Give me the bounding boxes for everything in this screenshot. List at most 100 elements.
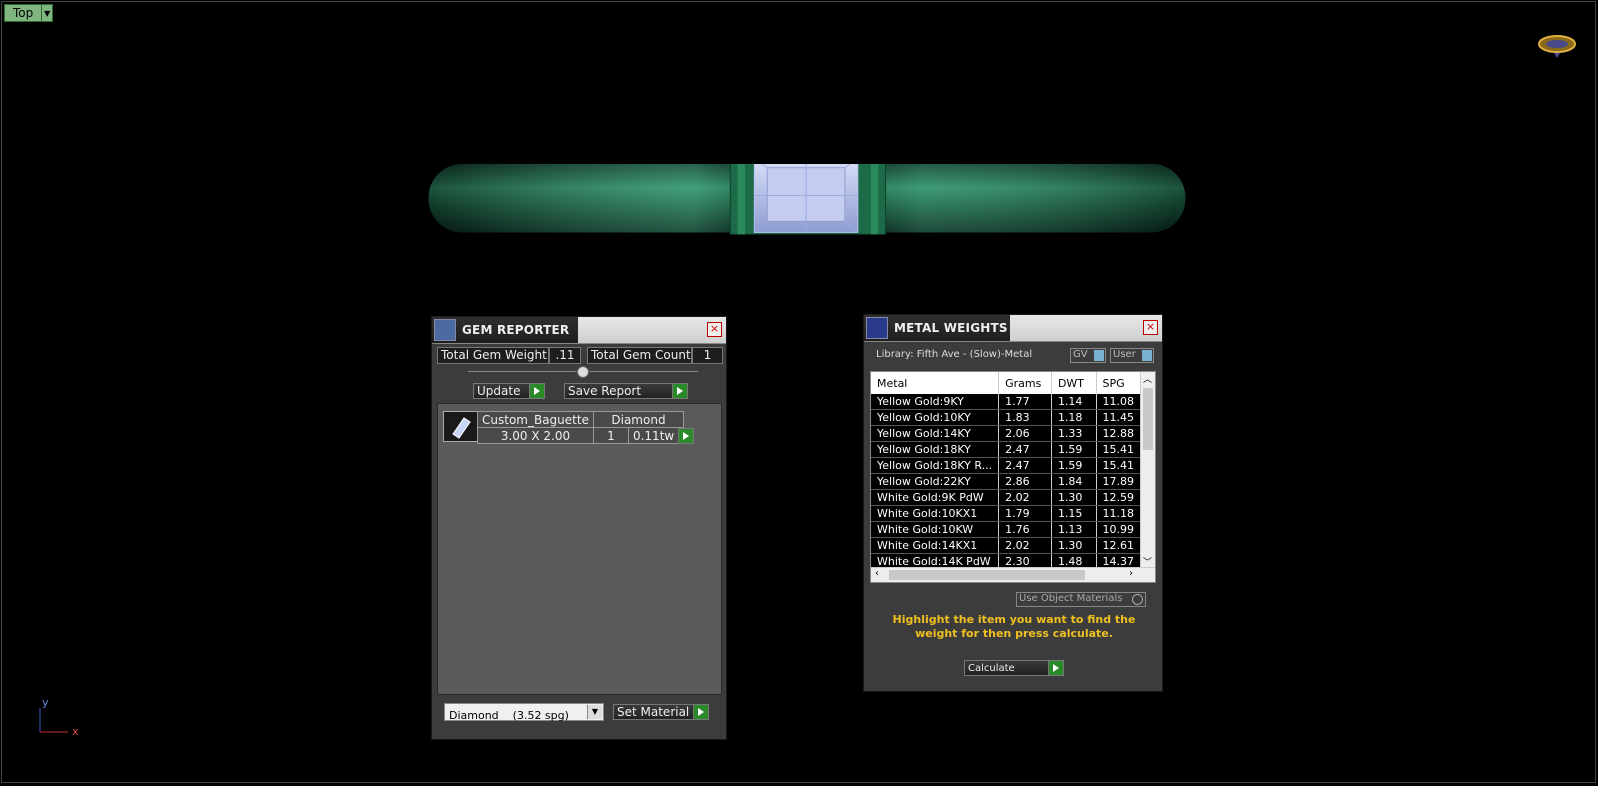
metal-name-cell: White Gold:10KW — [871, 521, 1000, 538]
use-object-materials-toggle[interactable]: Use Object Materials — [1016, 592, 1146, 607]
metal-name-cell: Yellow Gold:10KY — [871, 409, 1000, 426]
dwt-cell: 1.30 — [1051, 489, 1097, 506]
close-icon[interactable]: × — [707, 322, 722, 337]
table-row[interactable]: Yellow Gold:18KY 2.47 1.59 15.41 — [871, 441, 1141, 458]
gem-list-item[interactable]: Custom_Baguette Diamond 3.00 X 2.00 1 0.… — [477, 411, 684, 444]
3d-viewport[interactable]: Top ▼ y x — [1, 1, 1596, 783]
table-row[interactable]: White Gold:14KX1 2.02 1.30 12.61 — [871, 537, 1141, 554]
column-header-metal[interactable]: Metal — [871, 372, 1000, 394]
view-label[interactable]: Top — [4, 4, 43, 22]
metal-name-cell: Yellow Gold:18KY R... — [871, 457, 1000, 474]
table-row[interactable]: White Gold:10KW 1.76 1.13 10.99 — [871, 521, 1141, 538]
table-row[interactable]: Yellow Gold:18KY R... 2.47 1.59 15.41 — [871, 457, 1141, 474]
total-gem-weight-value: .11 — [549, 347, 581, 364]
metal-name-cell: Yellow Gold:14KY — [871, 425, 1000, 442]
metal-name-cell: White Gold:10KX1 — [871, 505, 1000, 522]
grams-cell: 2.86 — [998, 473, 1052, 490]
horizontal-scrollbar[interactable]: ‹ › — [871, 567, 1155, 582]
save-report-button[interactable]: Save Report — [564, 383, 688, 399]
grams-cell: 2.06 — [998, 425, 1052, 442]
go-arrow-icon — [679, 429, 693, 443]
user-toggle[interactable]: User — [1110, 348, 1154, 363]
material-select-value: Diamond (3.52 spg) — [449, 709, 569, 722]
gv-toggle[interactable]: GV — [1070, 348, 1106, 363]
spg-cell: 11.45 — [1096, 409, 1141, 426]
chevron-left-icon[interactable]: ‹ — [875, 568, 879, 579]
column-header-dwt[interactable]: DWT — [1051, 372, 1097, 394]
total-gem-count-value: 1 — [692, 347, 723, 364]
grams-cell: 1.76 — [998, 521, 1052, 538]
gem-shape: Custom_Baguette — [477, 411, 594, 428]
spg-cell: 17.89 — [1096, 473, 1141, 490]
grams-cell: 2.02 — [998, 537, 1052, 554]
gv-toggle-label: GV — [1073, 349, 1088, 360]
axis-indicator: y x — [30, 696, 90, 752]
ring-model[interactable] — [398, 164, 1216, 238]
scrollbar-thumb[interactable] — [1143, 388, 1153, 450]
gem-material: Diamond — [592, 411, 684, 428]
metal-name-cell: White Gold:9K PdW — [871, 489, 1000, 506]
metal-name-cell: White Gold:14KX1 — [871, 537, 1000, 554]
grams-cell: 2.47 — [998, 457, 1052, 474]
dwt-cell: 1.15 — [1051, 505, 1097, 522]
column-header-spg[interactable]: SPG — [1096, 372, 1141, 394]
gem-weight: 0.11tw — [627, 427, 684, 444]
dwt-cell: 1.48 — [1051, 553, 1097, 568]
grams-cell: 2.02 — [998, 489, 1052, 506]
go-arrow-icon — [693, 705, 708, 719]
spg-cell: 11.08 — [1096, 394, 1141, 410]
table-row[interactable]: Yellow Gold:14KY 2.06 1.33 12.88 — [871, 425, 1141, 442]
update-button[interactable]: Update — [473, 383, 545, 399]
radio-icon — [1132, 594, 1143, 605]
axis-y-label: y — [42, 696, 49, 709]
table-row[interactable]: White Gold:14K PdW 2.30 1.48 14.37 — [871, 553, 1141, 568]
navigation-cube-icon[interactable] — [1536, 34, 1578, 62]
table-row[interactable]: Yellow Gold:10KY 1.83 1.18 11.45 — [871, 409, 1141, 426]
metal-name-cell: White Gold:14K PdW — [871, 553, 1000, 568]
chevron-down-icon[interactable]: ▼ — [42, 4, 54, 22]
use-object-materials-label: Use Object Materials — [1019, 593, 1123, 604]
material-select[interactable]: Diamond (3.52 spg) ▼ — [444, 703, 604, 722]
metal-name-cell: Yellow Gold:22KY — [871, 473, 1000, 490]
vertical-scrollbar[interactable]: ︿ ﹀ — [1140, 372, 1155, 568]
scrollbar-thumb[interactable] — [889, 570, 1085, 580]
grams-cell: 1.77 — [998, 394, 1052, 410]
chevron-up-icon[interactable]: ︿ — [1143, 372, 1152, 385]
set-material-button-label: Set Material — [617, 705, 690, 719]
spg-cell: 10.99 — [1096, 521, 1141, 538]
spg-cell: 15.41 — [1096, 441, 1141, 458]
grams-cell: 1.83 — [998, 409, 1052, 426]
set-material-button[interactable]: Set Material — [613, 704, 709, 720]
go-arrow-icon — [1048, 661, 1063, 675]
dwt-cell: 1.30 — [1051, 537, 1097, 554]
go-arrow-icon — [529, 384, 544, 398]
dwt-cell: 1.14 — [1051, 394, 1097, 410]
library-label: Library: Fifth Ave - (Slow)-Metal — [876, 349, 1033, 360]
collapse-toggle-icon[interactable] — [577, 366, 589, 378]
table-row[interactable]: Yellow Gold:9KY 1.77 1.14 11.08 — [871, 394, 1141, 410]
metal-table[interactable]: Metal Grams DWT SPG Yellow Gold:9KY 1.77 1… — [871, 372, 1141, 568]
metal-weights-icon — [866, 317, 888, 339]
spg-cell: 14.37 — [1096, 553, 1141, 568]
chevron-down-icon[interactable]: ▼ — [587, 705, 602, 719]
toggle-indicator-icon — [1094, 350, 1104, 361]
gem-count: 1 — [592, 427, 629, 444]
dwt-cell: 1.13 — [1051, 521, 1097, 538]
table-row[interactable]: Yellow Gold:22KY 2.86 1.84 17.89 — [871, 473, 1141, 490]
table-row[interactable]: White Gold:10KX1 1.79 1.15 11.18 — [871, 505, 1141, 522]
view-selector[interactable]: Top ▼ — [4, 4, 54, 22]
calculate-button[interactable]: Calculate — [964, 660, 1064, 676]
metal-table-container[interactable]: Metal Grams DWT SPG Yellow Gold:9KY 1.77 1… — [870, 371, 1156, 583]
table-row[interactable]: White Gold:9K PdW 2.02 1.30 12.59 — [871, 489, 1141, 506]
go-arrow-icon — [672, 384, 687, 398]
gem-shape-icon — [443, 411, 478, 442]
grams-cell: 2.47 — [998, 441, 1052, 458]
gem-list[interactable]: Custom_Baguette Diamond 3.00 X 2.00 1 0.… — [437, 403, 722, 695]
dwt-cell: 1.59 — [1051, 457, 1097, 474]
gem-detail-button[interactable] — [678, 428, 694, 444]
metal-name-cell: Yellow Gold:18KY — [871, 441, 1000, 458]
close-icon[interactable]: × — [1143, 320, 1158, 335]
chevron-right-icon[interactable]: › — [1129, 568, 1133, 579]
metal-weights-panel: METAL WEIGHTS × Library: Fifth Ave - (Sl… — [863, 314, 1163, 692]
column-header-grams[interactable]: Grams — [998, 372, 1052, 394]
